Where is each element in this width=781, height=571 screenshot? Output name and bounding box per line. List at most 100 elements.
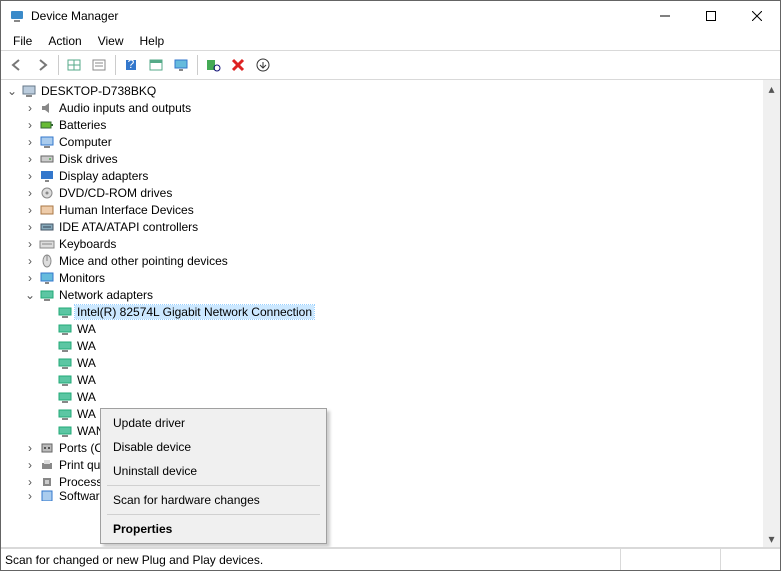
network-adapter-icon — [57, 406, 73, 422]
tree-device-label: WA — [75, 390, 98, 404]
expand-icon[interactable]: › — [23, 475, 37, 489]
tree-category[interactable]: › Human Interface Devices — [1, 201, 763, 218]
uninstall-button[interactable] — [226, 54, 250, 76]
tree-root-label: DESKTOP-D738BKQ — [39, 84, 158, 98]
scan-button[interactable] — [201, 54, 225, 76]
expand-icon[interactable]: › — [23, 118, 37, 132]
port-icon — [39, 440, 55, 456]
tree-category[interactable]: › IDE ATA/ATAPI controllers — [1, 218, 763, 235]
tree-device[interactable]: WA — [1, 354, 763, 371]
tree-category-label: Network adapters — [57, 288, 155, 302]
tree-category-label: IDE ATA/ATAPI controllers — [57, 220, 200, 234]
monitor-button[interactable] — [169, 54, 193, 76]
tree-category[interactable]: › Keyboards — [1, 235, 763, 252]
expand-icon[interactable]: › — [23, 490, 37, 501]
menu-view[interactable]: View — [90, 32, 132, 50]
expand-icon[interactable]: › — [23, 220, 37, 234]
tree-category-label: Disk drives — [57, 152, 120, 166]
menu-separator — [107, 514, 320, 515]
content-area: ⌄DESKTOP-D738BKQ›Audio inputs and output… — [1, 79, 780, 548]
context-menu-item[interactable]: Disable device — [103, 435, 324, 459]
toolbar: ? — [1, 51, 780, 79]
enable-button[interactable] — [251, 54, 275, 76]
expand-icon[interactable]: › — [23, 152, 37, 166]
help-button[interactable]: ? — [119, 54, 143, 76]
menubar: File Action View Help — [1, 31, 780, 51]
tree-category-label: Audio inputs and outputs — [57, 101, 193, 115]
context-menu-item[interactable]: Uninstall device — [103, 459, 324, 483]
tree-category[interactable]: › Disk drives — [1, 150, 763, 167]
tree-category[interactable]: › Monitors — [1, 269, 763, 286]
cpu-icon — [39, 474, 55, 490]
context-menu-item[interactable]: Scan for hardware changes — [103, 488, 324, 512]
tree-device[interactable]: WA — [1, 320, 763, 337]
forward-button[interactable] — [30, 54, 54, 76]
minimize-button[interactable] — [642, 1, 688, 31]
expand-icon[interactable]: › — [23, 237, 37, 251]
expand-icon[interactable]: › — [23, 271, 37, 285]
print-icon — [39, 457, 55, 473]
back-button[interactable] — [5, 54, 29, 76]
tree-category-label: Batteries — [57, 118, 108, 132]
context-menu-item[interactable]: Properties — [103, 517, 324, 541]
tree-category-label: Monitors — [57, 271, 107, 285]
menu-file[interactable]: File — [5, 32, 40, 50]
tree-category-label: Human Interface Devices — [57, 203, 196, 217]
expand-icon[interactable]: › — [23, 101, 37, 115]
tree-category-label: Computer — [57, 135, 114, 149]
scroll-up-icon[interactable]: ▴ — [763, 80, 780, 97]
status-text: Scan for changed or new Plug and Play de… — [5, 553, 263, 567]
app-icon — [9, 8, 25, 24]
show-hidden-button[interactable] — [87, 54, 111, 76]
tree-device-label: WA — [75, 322, 98, 336]
console-button[interactable] — [144, 54, 168, 76]
expand-icon[interactable]: › — [23, 254, 37, 268]
menu-separator — [107, 485, 320, 486]
tree-device-label: WA — [75, 373, 98, 387]
menu-help[interactable]: Help — [132, 32, 173, 50]
expand-icon[interactable]: ⌄ — [23, 288, 37, 302]
expand-icon[interactable]: › — [23, 458, 37, 472]
mouse-icon — [39, 253, 55, 269]
tree-category[interactable]: › Display adapters — [1, 167, 763, 184]
tree-root[interactable]: ⌄ DESKTOP-D738BKQ — [1, 82, 763, 99]
network-adapter-icon — [57, 423, 73, 439]
tree-category[interactable]: ⌄ Network adapters — [1, 286, 763, 303]
expand-icon[interactable]: › — [23, 203, 37, 217]
expand-icon[interactable]: › — [23, 135, 37, 149]
tree-device[interactable]: WA — [1, 371, 763, 388]
properties-grid-button[interactable] — [62, 54, 86, 76]
tree-category[interactable]: › Computer — [1, 133, 763, 150]
scroll-down-icon[interactable]: ▾ — [763, 530, 780, 547]
tree-category-label: Mice and other pointing devices — [57, 254, 230, 268]
tree-category[interactable]: ›DVD/CD-ROM drives — [1, 184, 763, 201]
expand-icon[interactable]: › — [23, 441, 37, 455]
speaker-icon — [39, 100, 55, 116]
tree-device-label: WA — [75, 339, 98, 353]
tree-category[interactable]: › Mice and other pointing devices — [1, 252, 763, 269]
context-menu-item[interactable]: Update driver — [103, 411, 324, 435]
close-button[interactable] — [734, 1, 780, 31]
svg-text:?: ? — [128, 58, 135, 71]
network-adapter-icon — [57, 389, 73, 405]
tree-device-label: Intel(R) 82574L Gigabit Network Connecti… — [75, 305, 314, 319]
expand-icon[interactable]: › — [23, 186, 37, 200]
status-bar: Scan for changed or new Plug and Play de… — [1, 548, 780, 570]
tree-category[interactable]: › Batteries — [1, 116, 763, 133]
titlebar: Device Manager — [1, 1, 780, 31]
net-icon — [39, 287, 55, 303]
tree-device[interactable]: WA — [1, 388, 763, 405]
window-title: Device Manager — [31, 9, 642, 23]
network-adapter-icon — [57, 321, 73, 337]
scrollbar[interactable]: ▴ ▾ — [763, 80, 780, 547]
tree-device[interactable]: WA — [1, 337, 763, 354]
collapse-icon[interactable]: ⌄ — [5, 84, 19, 98]
expand-icon[interactable]: › — [23, 169, 37, 183]
tree-category-label: Display adapters — [57, 169, 150, 183]
tree-category[interactable]: › Audio inputs and outputs — [1, 99, 763, 116]
maximize-button[interactable] — [688, 1, 734, 31]
tree-category-label: Keyboards — [57, 237, 118, 251]
menu-action[interactable]: Action — [40, 32, 89, 50]
network-adapter-icon — [57, 338, 73, 354]
tree-device[interactable]: Intel(R) 82574L Gigabit Network Connecti… — [1, 303, 763, 320]
